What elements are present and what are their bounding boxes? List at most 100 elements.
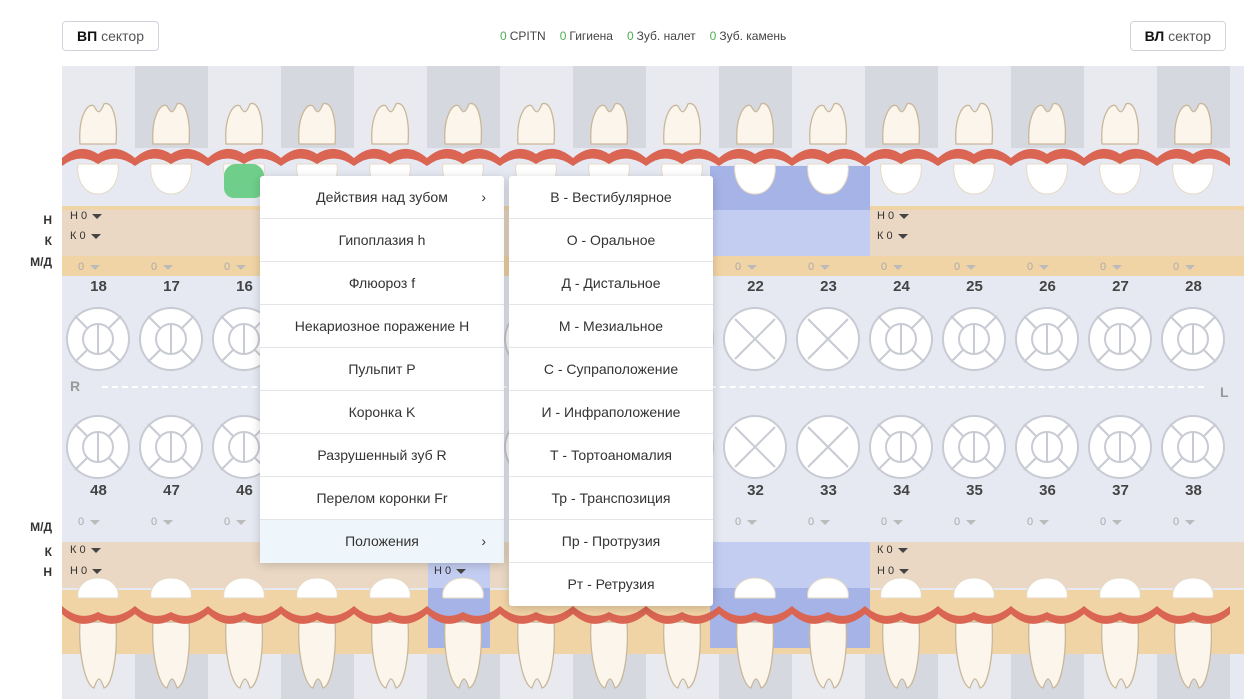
upper-tooth[interactable] <box>953 102 995 195</box>
tooth-surface-diagram[interactable] <box>1088 415 1152 479</box>
upper-k-select-left[interactable]: К 0 <box>877 230 908 242</box>
md-select-upper[interactable]: 0 <box>1027 261 1050 273</box>
tooth-surface-diagram[interactable] <box>942 415 1006 479</box>
submenu-item[interactable]: Рт - Ретрузия <box>509 563 713 606</box>
lower-h-select-mid[interactable]: Н 0 <box>434 565 467 577</box>
lower-tooth[interactable] <box>442 577 484 689</box>
lower-tooth[interactable] <box>150 577 192 689</box>
upper-h-select-right[interactable]: Н 0 <box>70 210 103 222</box>
upper-tooth[interactable] <box>1099 102 1141 195</box>
md-select-upper[interactable]: 0 <box>881 261 904 273</box>
chevron-right-icon: › <box>481 189 486 205</box>
md-select-upper[interactable]: 0 <box>1173 261 1196 273</box>
md-select-lower[interactable]: 0 <box>1173 516 1196 528</box>
md-select-lower[interactable]: 0 <box>224 516 247 528</box>
context-menu-item[interactable]: Флюороз f <box>260 262 504 305</box>
tooth-surface-diagram[interactable] <box>139 307 203 371</box>
lower-tooth[interactable] <box>953 577 995 689</box>
lower-tooth[interactable] <box>734 577 776 689</box>
submenu-item[interactable]: Д - Дистальное <box>509 262 713 305</box>
context-menu-item[interactable]: Коронка K <box>260 391 504 434</box>
submenu-item[interactable]: С - Супраположение <box>509 348 713 391</box>
md-select-upper[interactable]: 0 <box>808 261 831 273</box>
vp-sector-button[interactable]: ВП сектор <box>62 21 159 51</box>
context-menu-item[interactable]: Перелом коронки Fr <box>260 477 504 520</box>
upper-tooth[interactable] <box>734 102 776 195</box>
tooth-surface-diagram[interactable] <box>1161 307 1225 371</box>
submenu-item[interactable]: М - Мезиальное <box>509 305 713 348</box>
context-menu-item[interactable]: Пульпит P <box>260 348 504 391</box>
lower-h-select-left[interactable]: Н 0 <box>877 565 910 577</box>
lower-tooth[interactable] <box>1172 577 1214 689</box>
submenu-item[interactable]: О - Оральное <box>509 219 713 262</box>
tooth-surface-diagram[interactable] <box>942 307 1006 371</box>
lower-k-select-right[interactable]: К 0 <box>70 544 101 556</box>
lower-k-select-left[interactable]: К 0 <box>877 544 908 556</box>
upper-tooth[interactable] <box>1172 102 1214 195</box>
lower-tooth[interactable] <box>1026 577 1068 689</box>
lower-tooth[interactable] <box>880 577 922 689</box>
tooth-surface-diagram[interactable] <box>1015 415 1079 479</box>
upper-k-select-right[interactable]: К 0 <box>70 230 101 242</box>
submenu-item[interactable]: Пр - Протрузия <box>509 520 713 563</box>
md-select-lower[interactable]: 0 <box>735 516 758 528</box>
indicator-plaque[interactable]: 0 Зуб. налет <box>627 29 696 43</box>
tooth-surface-diagram[interactable] <box>1161 415 1225 479</box>
submenu-item[interactable]: Т - Тортоаномалия <box>509 434 713 477</box>
indicator-calculus[interactable]: 0 Зуб. камень <box>710 29 787 43</box>
upper-tooth[interactable] <box>807 102 849 195</box>
missing-tooth-diagram[interactable] <box>723 415 787 479</box>
missing-tooth-diagram[interactable] <box>796 307 860 371</box>
submenu-item[interactable]: Тр - Транспозиция <box>509 477 713 520</box>
lower-tooth[interactable] <box>223 577 265 689</box>
vl-sector-button[interactable]: ВЛ сектор <box>1129 21 1226 51</box>
lower-tooth[interactable] <box>1099 577 1141 689</box>
context-menu-item[interactable]: Разрушенный зуб R <box>260 434 504 477</box>
upper-tooth[interactable] <box>1026 102 1068 195</box>
tooth-surface-diagram[interactable] <box>1088 307 1152 371</box>
indicator-hygiene[interactable]: 0 Гигиена <box>560 29 613 43</box>
context-menu-item[interactable]: Положения › <box>260 520 504 563</box>
md-select-upper[interactable]: 0 <box>735 261 758 273</box>
upper-tooth[interactable] <box>880 102 922 195</box>
lower-tooth[interactable] <box>296 577 338 689</box>
indicator-cpitn[interactable]: 0 CPITN <box>500 29 546 43</box>
tooth-surface-diagram[interactable] <box>869 415 933 479</box>
tooth-surface-diagram[interactable] <box>66 415 130 479</box>
missing-tooth-diagram[interactable] <box>723 307 787 371</box>
md-select-upper[interactable]: 0 <box>78 261 101 273</box>
md-select-upper[interactable]: 0 <box>1100 261 1123 273</box>
lower-tooth[interactable] <box>807 577 849 689</box>
context-menu-item[interactable]: Действия над зубом › <box>260 176 504 219</box>
submenu-item[interactable]: В - Вестибулярное <box>509 176 713 219</box>
md-select-lower[interactable]: 0 <box>881 516 904 528</box>
context-menu-item[interactable]: Некариозное поражение H <box>260 305 504 348</box>
submenu-item[interactable]: И - Инфраположение <box>509 391 713 434</box>
tooth-number-upper: 24 <box>893 278 910 295</box>
tooth-surface-diagram[interactable] <box>1015 307 1079 371</box>
md-select-lower[interactable]: 0 <box>151 516 174 528</box>
md-select-upper[interactable]: 0 <box>954 261 977 273</box>
md-select-lower[interactable]: 0 <box>78 516 101 528</box>
upper-tooth[interactable] <box>150 102 192 195</box>
md-select-upper[interactable]: 0 <box>224 261 247 273</box>
md-select-lower[interactable]: 0 <box>1027 516 1050 528</box>
tooth-surface-diagram[interactable] <box>66 307 130 371</box>
right-side-label: R <box>70 378 81 394</box>
context-menu-item[interactable]: Гипоплазия h <box>260 219 504 262</box>
upper-h-select-left[interactable]: Н 0 <box>877 210 910 222</box>
lower-tooth[interactable] <box>369 577 411 689</box>
lower-tooth[interactable] <box>77 577 119 689</box>
md-select-lower[interactable]: 0 <box>1100 516 1123 528</box>
upper-tooth[interactable] <box>77 102 119 195</box>
tooth-surface-diagram[interactable] <box>139 415 203 479</box>
missing-tooth-diagram[interactable] <box>796 415 860 479</box>
tooth-context-menu: Действия над зубом › Гипоплазия h Флюороз f… <box>260 176 504 563</box>
caries-marker[interactable] <box>224 164 264 198</box>
md-select-lower[interactable]: 0 <box>954 516 977 528</box>
md-select-lower[interactable]: 0 <box>808 516 831 528</box>
md-select-upper[interactable]: 0 <box>151 261 174 273</box>
tooth-surface-diagram[interactable] <box>869 307 933 371</box>
lower-gum-line <box>281 606 354 624</box>
lower-h-select-right[interactable]: Н 0 <box>70 565 103 577</box>
